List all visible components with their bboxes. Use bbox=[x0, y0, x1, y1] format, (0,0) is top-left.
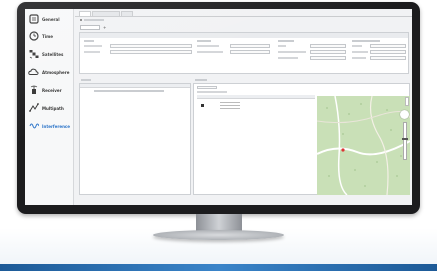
trajectory-model-select[interactable] bbox=[197, 86, 217, 89]
modulation-index-label bbox=[278, 57, 298, 59]
interference-icon bbox=[28, 121, 39, 132]
power-table bbox=[79, 83, 191, 195]
map-view[interactable] bbox=[317, 96, 410, 195]
time-start-field[interactable] bbox=[110, 44, 192, 48]
power-section-label bbox=[81, 79, 91, 81]
enable-checkbox-label bbox=[84, 19, 104, 21]
waypoint-marker-icon bbox=[201, 104, 204, 107]
antenna-section-label bbox=[195, 79, 207, 81]
carrier-frequency-label bbox=[197, 45, 219, 47]
map-drawing bbox=[317, 96, 410, 195]
map-zoom-slider[interactable] bbox=[403, 122, 407, 160]
frequency-section-label bbox=[197, 40, 211, 42]
map-layers-button[interactable] bbox=[405, 97, 409, 106]
jammer-type-section-label bbox=[278, 40, 294, 42]
type-field[interactable] bbox=[310, 44, 346, 48]
sidebar-item-label: General bbox=[42, 16, 60, 22]
pulse-width-label bbox=[352, 51, 368, 53]
receiver-icon bbox=[28, 85, 39, 96]
sidebar-item-label: Time bbox=[42, 33, 53, 39]
table-row[interactable] bbox=[94, 90, 164, 92]
sidebar-item-receiver[interactable]: Receiver bbox=[28, 83, 72, 97]
source-select[interactable] bbox=[80, 25, 100, 30]
waypoint-values[interactable] bbox=[220, 101, 240, 111]
modulation-frequency-label bbox=[278, 51, 306, 53]
sidebar: General Time Satellites Atmosphere Recei… bbox=[25, 9, 74, 205]
sidebar-item-multipath[interactable]: Multipath bbox=[28, 101, 72, 115]
cloud-icon bbox=[28, 67, 39, 78]
sidebar-item-label: Receiver bbox=[42, 87, 62, 93]
sidebar-item-satellites[interactable]: Satellites bbox=[28, 47, 72, 61]
time-start-label bbox=[84, 45, 102, 47]
map-zoom-handle[interactable] bbox=[402, 138, 408, 140]
time-stop-field[interactable] bbox=[110, 50, 192, 54]
carrier-frequency-field[interactable] bbox=[230, 44, 270, 48]
frequency-offset-label bbox=[197, 51, 223, 53]
sidebar-item-atmosphere[interactable]: Atmosphere bbox=[28, 65, 72, 79]
panel-title bbox=[80, 33, 408, 38]
jammer-label bbox=[352, 45, 362, 47]
monitor-stand-base bbox=[153, 230, 284, 240]
waypoints-table-header bbox=[197, 95, 315, 99]
jammer-field[interactable] bbox=[370, 44, 406, 48]
sidebar-item-label: Multipath bbox=[42, 105, 64, 111]
sidebar-item-time[interactable]: Time bbox=[28, 29, 72, 43]
general-icon bbox=[28, 14, 39, 25]
time-section-label bbox=[84, 40, 94, 42]
power-table-header bbox=[80, 84, 190, 88]
time-stop-label bbox=[84, 51, 100, 53]
add-icon[interactable]: + bbox=[103, 25, 106, 30]
pulsed-interference-section-label bbox=[352, 40, 380, 42]
bottom-accent-line bbox=[0, 264, 437, 271]
satellite-icon bbox=[28, 49, 39, 60]
clock-icon bbox=[28, 31, 39, 42]
sidebar-item-label: Satellites bbox=[42, 51, 64, 57]
sidebar-item-interference[interactable]: Interference bbox=[28, 119, 72, 133]
sidebar-item-label: Interference bbox=[42, 123, 71, 129]
type-label bbox=[278, 45, 286, 47]
main-content: + bbox=[75, 9, 412, 205]
tab-divider bbox=[75, 16, 412, 17]
duty-cycle-field[interactable] bbox=[370, 56, 406, 60]
pulse-width-field[interactable] bbox=[370, 50, 406, 54]
parameters-panel bbox=[79, 32, 409, 74]
modulation-index-field[interactable] bbox=[310, 56, 346, 60]
modulation-frequency-field[interactable] bbox=[310, 50, 346, 54]
monitor-screen: General Time Satellites Atmosphere Recei… bbox=[25, 9, 412, 205]
enable-checkbox[interactable] bbox=[80, 19, 82, 21]
sidebar-item-general[interactable]: General bbox=[28, 12, 72, 26]
sidebar-item-label: Atmosphere bbox=[42, 69, 70, 75]
position-label bbox=[197, 91, 227, 93]
map-pan-control[interactable] bbox=[400, 110, 409, 119]
duty-cycle-label bbox=[352, 57, 366, 59]
multipath-icon bbox=[28, 103, 39, 114]
frequency-offset-field[interactable] bbox=[230, 50, 270, 54]
